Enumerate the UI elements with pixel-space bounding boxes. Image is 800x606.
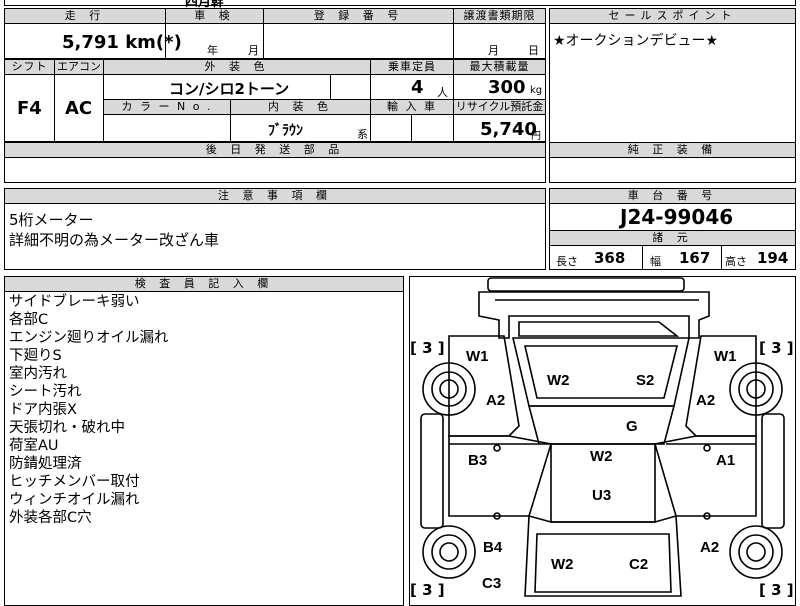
tire-front-right: [ 3 ] xyxy=(759,339,794,357)
notes-header: 注 意 事 項 欄 xyxy=(4,188,546,204)
diagram-label-b4: B4 xyxy=(483,539,503,556)
inspector-line: ドア内張X xyxy=(9,402,77,418)
exterior-color-value: コン/シロ2トーン xyxy=(169,80,290,98)
interior-color-value: ﾌﾞﾗｳﾝ xyxy=(268,123,303,139)
tire-rear-left: [ 3 ] xyxy=(410,581,445,599)
transfer-header: 譲渡書類期限 xyxy=(453,8,546,24)
recycle-value: 5,740 xyxy=(480,119,537,140)
length-label: 長さ xyxy=(556,255,578,268)
diagram-label-w1-left: W1 xyxy=(466,348,489,365)
height-value: 194 xyxy=(757,249,789,267)
capacity-value: 4 xyxy=(411,77,424,98)
capacity-header: 乗車定員 xyxy=(370,59,454,75)
chassis-number: J24-99046 xyxy=(620,205,734,229)
shaken-header: 車 検 xyxy=(165,8,264,24)
shaken-year: 年 xyxy=(207,44,218,57)
inspector-line: 防錆処理済 xyxy=(9,456,82,472)
registration-header: 登 録 番 号 xyxy=(263,8,454,24)
chassis-header: 車 台 番 号 xyxy=(549,188,796,204)
notes-line-2: 詳細不明の為メーター改ざん車 xyxy=(9,231,220,249)
exterior-color-extra-cell xyxy=(330,74,371,100)
width-value: 167 xyxy=(679,249,711,267)
inspector-line: ヒッチメンバー取付 xyxy=(9,474,140,490)
dims-header: 諸 元 xyxy=(549,230,796,246)
max-load-unit: kg xyxy=(530,85,543,96)
inspector-line: ウィンチオイル漏れ xyxy=(9,492,140,508)
diagram-label-u3: U3 xyxy=(592,487,612,504)
recycle-header: リサイクル預託金 xyxy=(453,99,546,115)
top-strip xyxy=(4,0,796,6)
inspector-line: 下廻りS xyxy=(9,348,62,364)
color-no-cell xyxy=(103,114,231,142)
inspector-line: 天張切れ・破れ中 xyxy=(9,420,125,436)
inspector-line: 各部C xyxy=(9,312,49,328)
diagram-label-c2: C2 xyxy=(629,556,649,573)
shift-value: F4 xyxy=(17,98,42,119)
diagram-label-a2-right-rear: A2 xyxy=(700,539,720,556)
shaken-month: 月 xyxy=(248,44,259,57)
dispatch-parts-header: 後 日 発 送 部 品 xyxy=(4,142,546,158)
height-label: 高さ xyxy=(725,255,747,268)
diagram-label-b3: B3 xyxy=(468,452,488,469)
diagram-label-a1: A1 xyxy=(716,452,736,469)
max-load-value: 300 xyxy=(488,77,526,98)
import-cell-b xyxy=(411,114,454,142)
registration-cell xyxy=(263,23,454,59)
diagram-label-a2-right-front: A2 xyxy=(696,392,716,409)
diagram-label-g: G xyxy=(626,418,638,435)
inspector-header: 検 査 員 記 入 欄 xyxy=(4,276,404,292)
sales-point-header: セールスポイント xyxy=(549,8,796,24)
genuine-equipment-header: 純 正 装 備 xyxy=(549,142,796,158)
shift-header: シフト xyxy=(4,59,55,75)
diagram-label-a2-left-front: A2 xyxy=(486,392,506,409)
transfer-day: 日 xyxy=(528,44,539,57)
inspector-lines: サイドブレーキ弱い 各部C エンジン廻りオイル漏れ 下廻りS 室内汚れ シート汚… xyxy=(9,293,169,527)
inspector-line: シート汚れ xyxy=(9,384,82,400)
interior-color-header: 内 装 色 xyxy=(230,99,371,115)
inspector-line: エンジン廻りオイル漏れ xyxy=(9,330,169,346)
mileage-header: 走 行 xyxy=(4,8,166,24)
recycle-unit: 円 xyxy=(531,131,541,142)
diagram-label-w2-rear: W2 xyxy=(551,556,574,573)
capacity-unit: 人 xyxy=(437,86,448,99)
transfer-month: 月 xyxy=(488,44,499,57)
aircon-value: AC xyxy=(65,98,93,119)
diagram-label-c3: C3 xyxy=(482,575,502,592)
tire-front-left: [ 3 ] xyxy=(410,339,445,357)
notes-line-1: 5桁メーター xyxy=(9,211,94,229)
inspector-line: 外装各部C穴 xyxy=(9,510,92,526)
diagram-label-w1-right: W1 xyxy=(714,348,737,365)
car-diagram-drawing xyxy=(420,277,785,597)
aircon-header: エアコン xyxy=(54,59,104,75)
max-load-header: 最大積載量 xyxy=(453,59,546,75)
diagram-label-w2-front: W2 xyxy=(547,372,570,389)
inspector-line: 室内汚れ xyxy=(9,366,67,382)
exterior-color-header: 外 装 色 xyxy=(103,59,371,75)
mileage-value: 5,791 km(*) xyxy=(62,32,182,53)
diagram-label-s2: S2 xyxy=(636,372,655,389)
sales-point-text: ★オークションデビュー★ xyxy=(553,33,719,49)
inspector-line: サイドブレーキ弱い xyxy=(9,294,140,310)
import-header: 輸 入 車 xyxy=(370,99,454,115)
import-cell-a xyxy=(370,114,412,142)
interior-color-suffix: 系 xyxy=(357,128,368,141)
tire-rear-right: [ 3 ] xyxy=(759,581,794,599)
diagram-label-w2-center: W2 xyxy=(590,448,613,465)
length-value: 368 xyxy=(594,249,626,267)
width-label: 幅 xyxy=(650,255,661,268)
color-no-header: カ ラ ー N o . xyxy=(103,99,231,115)
inspector-line: 荷室AU xyxy=(9,438,59,454)
